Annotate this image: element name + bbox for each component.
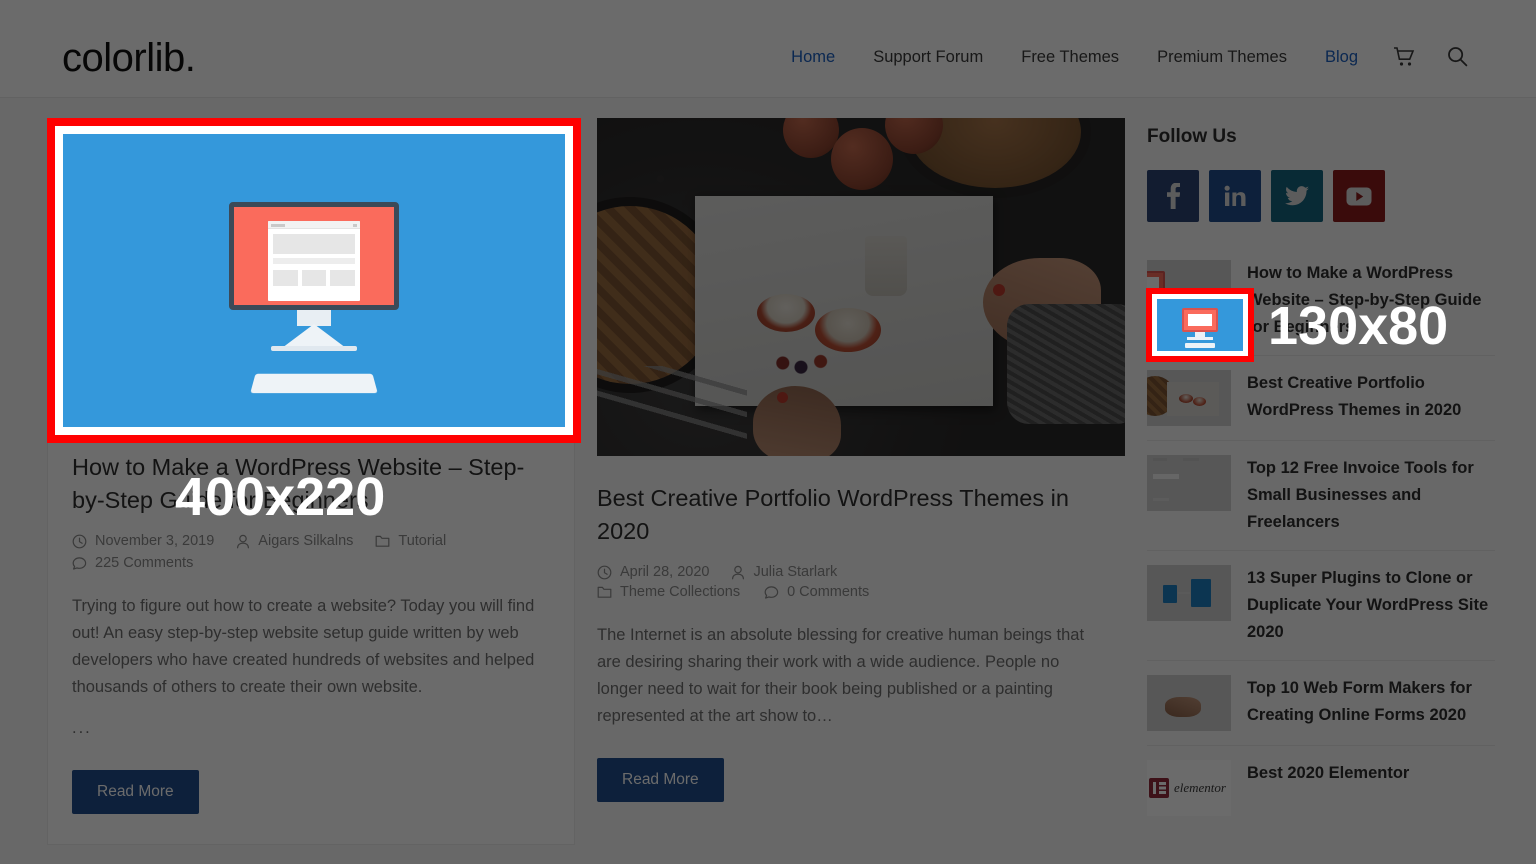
post-card-2: Best Creative Portfolio WordPress Themes…	[597, 118, 1125, 845]
comment-icon	[764, 586, 779, 599]
post-1-excerpt-text: Trying to figure out how to create a web…	[72, 597, 535, 696]
post-2-date: April 28, 2020	[597, 564, 709, 580]
user-icon	[732, 565, 745, 579]
clone-plugins-thumb	[1147, 565, 1231, 621]
invoice-tool-thumb	[1147, 455, 1231, 511]
twitter-glyph	[1285, 186, 1309, 206]
page-root: colorlib. Home Support Forum Free Themes…	[0, 0, 1536, 864]
highlighted-wordpress-illustration	[63, 134, 565, 427]
facebook-glyph	[1166, 183, 1180, 209]
post-1-comments: 225 Comments	[72, 555, 193, 571]
post-2-category-text[interactable]: Theme Collections	[620, 584, 740, 600]
linkedin-icon[interactable]	[1209, 170, 1261, 222]
post-1-date: November 3, 2019	[72, 533, 214, 549]
linkedin-glyph	[1224, 185, 1246, 206]
food-photography-image	[597, 118, 1125, 456]
sidebar-post-title[interactable]: 13 Super Plugins to Clone or Duplicate Y…	[1247, 565, 1495, 646]
main-navigation: Home Support Forum Free Themes Premium T…	[772, 46, 1484, 67]
monitor-icon	[229, 202, 399, 310]
post-1-category: Tutorial	[375, 533, 446, 549]
nav-item-support-forum[interactable]: Support Forum	[854, 47, 1002, 67]
post-2-meta: April 28, 2020 Julia Starlark Theme Coll…	[597, 564, 1101, 600]
youtube-glyph	[1346, 187, 1372, 205]
post-1-author-text[interactable]: Aigars Silkalns	[258, 533, 353, 549]
sidebar-post-title[interactable]: Best Creative Portfolio WordPress Themes…	[1247, 370, 1495, 424]
post-1-category-text[interactable]: Tutorial	[398, 533, 446, 549]
folder-icon	[375, 535, 390, 547]
post-2-title[interactable]: Best Creative Portfolio WordPress Themes…	[597, 482, 1101, 548]
post-1-date-text: November 3, 2019	[95, 533, 215, 549]
berry-tart-2	[815, 308, 881, 352]
annotation-label-featured-size: 400x220	[175, 467, 386, 527]
apple-2	[831, 128, 893, 190]
post-1-author: Aigars Silkalns	[236, 533, 353, 549]
annotation-label-thumb-size: 130x80	[1268, 296, 1449, 356]
nav-item-blog[interactable]: Blog	[1306, 47, 1377, 67]
search-icon[interactable]	[1431, 46, 1484, 67]
highlight-box-sidebar-thumb	[1146, 288, 1254, 362]
folder-icon	[597, 586, 612, 598]
patterned-sleeve	[1007, 304, 1125, 424]
sidebar: Follow Us How to Make a WordPress Websit…	[1147, 118, 1495, 845]
elementor-logo-thumb: elementor	[1147, 760, 1231, 816]
post-1-read-more-button[interactable]: Read More	[72, 770, 199, 814]
facebook-icon[interactable]	[1147, 170, 1199, 222]
list-item[interactable]: elementor Best 2020 Elementor	[1147, 746, 1495, 830]
follow-us-title: Follow Us	[1147, 126, 1237, 147]
cart-icon[interactable]	[1377, 46, 1431, 67]
list-item[interactable]: Top 12 Free Invoice Tools for Small Busi…	[1147, 441, 1495, 551]
list-item[interactable]: 13 Super Plugins to Clone or Duplicate Y…	[1147, 551, 1495, 661]
post-1-comments-text[interactable]: 225 Comments	[95, 555, 193, 571]
twitter-icon[interactable]	[1271, 170, 1323, 222]
list-item[interactable]: Best Creative Portfolio WordPress Themes…	[1147, 356, 1495, 441]
clock-icon	[597, 565, 612, 579]
highlight-box-featured-image	[47, 118, 581, 443]
post-2-excerpt: The Internet is an absolute blessing for…	[597, 626, 1085, 725]
nav-item-premium-themes[interactable]: Premium Themes	[1138, 47, 1306, 67]
post-2-category: Theme Collections 0 Comments	[597, 584, 1101, 600]
post-1-excerpt-ellipsis: ...	[72, 719, 92, 737]
list-item[interactable]: Top 10 Web Form Makers for Creating Onli…	[1147, 661, 1495, 746]
nav-item-home[interactable]: Home	[772, 47, 854, 67]
post-1-meta: November 3, 2019 Aigars Silkalns Tutoria…	[72, 533, 550, 571]
post-2-author-text[interactable]: Julia Starlark	[753, 564, 837, 580]
post-2-author: Julia Starlark	[731, 564, 837, 580]
food-photo-thumb	[1147, 370, 1231, 426]
browser-window-mock	[268, 221, 360, 301]
web-forms-thumb	[1147, 675, 1231, 731]
clock-icon	[72, 534, 87, 548]
user-icon	[237, 534, 250, 548]
highlight-inner-featured	[63, 134, 565, 427]
post-2-featured-image[interactable]	[597, 118, 1125, 456]
sidebar-post-title[interactable]: Top 12 Free Invoice Tools for Small Busi…	[1247, 455, 1495, 536]
sidebar-post-title[interactable]: Best 2020 Elementor	[1247, 760, 1409, 787]
post-1-excerpt: Trying to figure out how to create a web…	[72, 593, 550, 742]
post-2-date-text: April 28, 2020	[620, 564, 710, 580]
youtube-icon[interactable]	[1333, 170, 1385, 222]
site-logo[interactable]: colorlib.	[62, 36, 196, 80]
nav-item-free-themes[interactable]: Free Themes	[1002, 47, 1138, 67]
white-pitcher	[865, 236, 907, 296]
comment-icon	[72, 557, 87, 570]
scattered-berries	[773, 350, 843, 376]
social-links	[1147, 170, 1495, 222]
sidebar-post-title[interactable]: Top 10 Web Form Makers for Creating Onli…	[1247, 675, 1495, 729]
site-header: colorlib. Home Support Forum Free Themes…	[0, 0, 1536, 98]
forks	[597, 366, 747, 456]
post-2-read-more-button[interactable]: Read More	[597, 758, 724, 802]
berry-tart-1	[757, 294, 815, 332]
post-2-comments-text[interactable]: 0 Comments	[787, 584, 869, 600]
highlight-inner-sidebar	[1157, 299, 1243, 351]
post-2-body: Best Creative Portfolio WordPress Themes…	[597, 456, 1125, 832]
